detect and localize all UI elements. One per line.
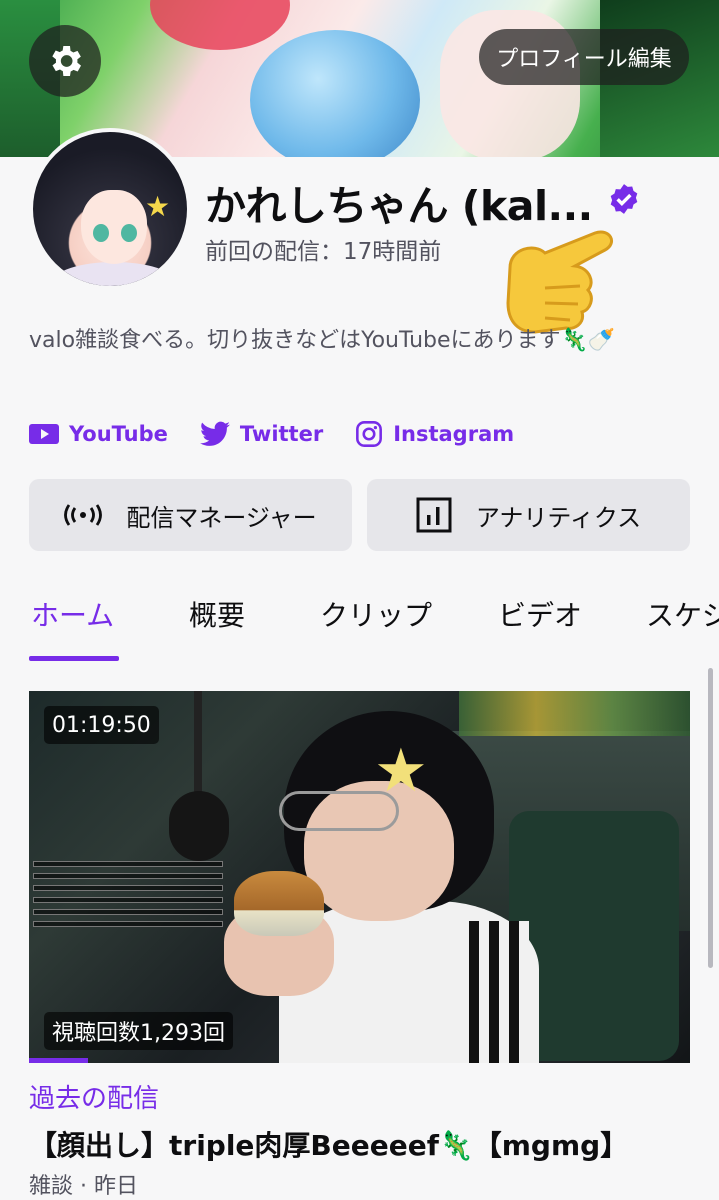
tab-clips[interactable]: クリップ	[320, 594, 432, 634]
youtube-label: YouTube	[69, 422, 168, 446]
youtube-icon	[29, 424, 59, 444]
stream-manager-button[interactable]: 配信マネージャー	[29, 479, 352, 551]
edit-profile-button[interactable]: プロフィール編集	[479, 29, 689, 85]
video-title[interactable]: 【顔出し】triple肉厚Beeeeef🦎【mgmg】	[29, 1124, 628, 1164]
broadcast-icon	[64, 503, 103, 527]
video-thumbnail[interactable]: ★	[29, 691, 690, 1063]
stream-manager-label: 配信マネージャー	[126, 503, 317, 532]
youtube-link[interactable]: YouTube	[29, 422, 168, 446]
analytics-label: アナリティクス	[475, 503, 642, 532]
last-stream-info: 前回の配信：17時間前	[205, 239, 442, 265]
watch-progress-bar	[29, 1058, 690, 1063]
instagram-icon	[356, 421, 383, 447]
tab-videos[interactable]: ビデオ	[498, 594, 582, 634]
twitter-link[interactable]: Twitter	[199, 421, 324, 447]
instagram-label: Instagram	[393, 422, 515, 446]
video-category[interactable]: 過去の配信	[29, 1078, 159, 1115]
settings-button[interactable]	[29, 25, 101, 97]
pointing-hand-emoji-icon	[506, 230, 613, 334]
analytics-button[interactable]: アナリティクス	[367, 479, 690, 551]
twitter-icon	[199, 421, 230, 446]
video-views-badge: 視聴回数1,293回	[44, 1012, 233, 1050]
gear-icon	[52, 46, 81, 76]
tab-home[interactable]: ホーム	[31, 594, 114, 634]
instagram-link[interactable]: Instagram	[355, 420, 514, 448]
video-duration-badge: 01:19:50	[44, 706, 159, 744]
active-tab-indicator	[29, 656, 119, 661]
tab-schedule[interactable]: スケジ	[646, 594, 719, 634]
social-links: YouTube Twitter Instagram	[29, 416, 546, 452]
scrollbar[interactable]	[708, 668, 713, 968]
video-meta: 雑談 · 昨日	[29, 1174, 138, 1199]
channel-tabs: ホーム 概要 クリップ ビデオ スケジ	[0, 580, 719, 662]
tab-about[interactable]: 概要	[189, 594, 245, 634]
stream-chat-overlay	[33, 861, 223, 933]
twitter-label: Twitter	[239, 422, 324, 446]
analytics-icon	[416, 497, 452, 533]
watch-progress-fill	[29, 1058, 89, 1063]
verified-badge-icon	[610, 184, 638, 214]
channel-name: かれしちゃん (kal...	[205, 182, 593, 230]
avatar[interactable]: ★	[29, 128, 191, 290]
channel-bio: valo雑談食べる。切り抜きなどはYouTubeにあります🦎🍼	[29, 328, 616, 353]
